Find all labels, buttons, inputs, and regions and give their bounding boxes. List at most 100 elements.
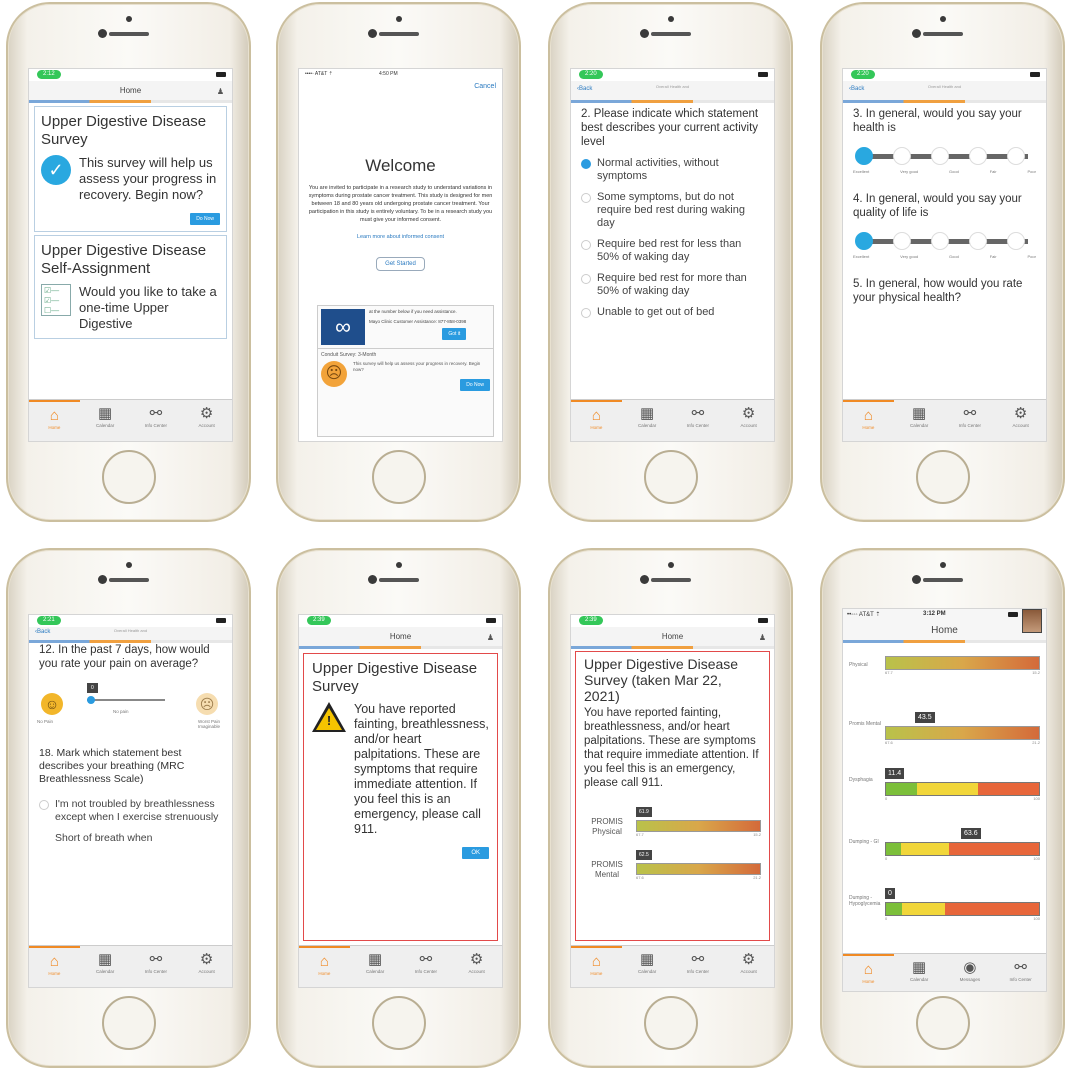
home-icon: ⌂ <box>49 953 59 970</box>
home-button[interactable] <box>101 996 156 1050</box>
infinity-logo-icon: ∞ <box>321 309 365 345</box>
scale-dot[interactable] <box>931 147 949 165</box>
tab-calendar[interactable]: ▦ Calendar <box>350 946 401 987</box>
scale-dot[interactable] <box>969 147 987 165</box>
home-button[interactable] <box>643 996 698 1050</box>
speaker-grill <box>378 32 419 36</box>
ok-button[interactable]: OK <box>462 847 489 859</box>
question-12: 12. In the past 7 days, how would you ra… <box>39 644 210 670</box>
tab-calendar[interactable]: ▦ Calendar <box>80 946 131 987</box>
option-2[interactable]: Require bed rest for less than 50% of wa… <box>571 234 774 268</box>
tab-account[interactable]: ⚙ Account <box>451 946 502 987</box>
tab-home[interactable]: ⌂ Home <box>299 946 350 987</box>
home-button[interactable] <box>101 450 156 504</box>
home-button[interactable] <box>371 996 426 1050</box>
survey-text: This survey will help us assess your pro… <box>353 361 481 372</box>
get-started-button[interactable]: Get Started <box>376 257 425 271</box>
camera-icon <box>98 29 107 38</box>
tab-account[interactable]: ⚙ Account <box>181 400 232 441</box>
home-button[interactable] <box>915 996 970 1050</box>
tab-home[interactable]: ⌂ Home <box>843 954 894 991</box>
tab-bar: ⌂ Home ▦ Calendar ⚯ Info Center ⚙ Account <box>571 399 774 441</box>
do-now-button[interactable]: Do Now <box>190 213 220 225</box>
sad-face-icon: ☹ <box>196 693 218 715</box>
home-button[interactable] <box>915 450 970 504</box>
tab-info-center[interactable]: ⚯ Info Center <box>673 946 724 987</box>
tab-info-center[interactable]: ⚯ Info Center <box>401 946 452 987</box>
option-1[interactable]: I'm not troubled by breathlessness excep… <box>29 794 232 828</box>
warning-icon: ! <box>312 702 346 732</box>
card-title: Upper Digestive Disease Self-Assignment <box>41 242 207 277</box>
home-button[interactable] <box>371 450 426 504</box>
radio-icon <box>581 193 591 203</box>
welcome-heading: Welcome <box>365 156 436 175</box>
user-icon[interactable]: ♟ <box>217 87 224 96</box>
scale-dot[interactable] <box>893 232 911 250</box>
tab-calendar[interactable]: ▦ Calendar <box>894 954 945 991</box>
option-0[interactable]: Normal activities, without symptoms <box>571 153 774 187</box>
tab-info-center[interactable]: ⚯ Info Center <box>131 400 182 441</box>
learn-more-link[interactable]: Learn more about informed consent <box>299 234 502 240</box>
speaker-grill <box>108 578 149 582</box>
slider-thumb[interactable] <box>87 696 95 704</box>
score-value: 0 <box>885 888 895 899</box>
tab-info-center[interactable]: ⚯ Info Center <box>945 400 996 441</box>
tab-home[interactable]: ⌂ Home <box>29 946 80 987</box>
tab-bar: ⌂ Home ▦ Calendar ⚯ Info Center ⚙ Account <box>29 399 232 441</box>
scale-dot[interactable] <box>931 232 949 250</box>
tab-account[interactable]: ⚙ Account <box>995 400 1046 441</box>
tab-account[interactable]: ⚙ Account <box>723 400 774 441</box>
tab-messages[interactable]: ◉ Messages <box>945 954 996 991</box>
scale-dot[interactable] <box>893 147 911 165</box>
status-bar: 2:20 <box>843 69 1046 81</box>
pain-slider[interactable] <box>87 696 165 704</box>
nav-bar: Home ♟ <box>29 81 232 103</box>
tab-home[interactable]: ⌂ Home <box>571 400 622 441</box>
bar-label: PROMIS Physical <box>591 817 623 836</box>
tab-info-center[interactable]: ⚯ Info Center <box>995 954 1046 991</box>
option-1[interactable]: Some symptoms, but do not require bed re… <box>571 187 774 234</box>
tab-account[interactable]: ⚙ Account <box>181 946 232 987</box>
speaker-grill <box>650 32 691 36</box>
option-4[interactable]: Unable to get out of bed <box>571 302 774 323</box>
tab-account[interactable]: ⚙ Account <box>723 946 774 987</box>
clock: 4:50 PM <box>379 71 398 77</box>
avatar[interactable] <box>1022 609 1042 633</box>
scale-dot[interactable] <box>1007 232 1025 250</box>
nav-title: Home <box>661 632 684 641</box>
question-18: 18. Mark which statement best describes … <box>39 747 185 785</box>
option-2[interactable]: Short of breath when <box>29 828 232 849</box>
rating-scale-4[interactable] <box>855 230 1034 252</box>
cancel-link[interactable]: Cancel <box>474 83 496 90</box>
score-label: Promis Mental <box>849 721 881 727</box>
score-bar <box>636 863 761 875</box>
do-now-button[interactable]: Do Now <box>460 379 490 391</box>
tab-home[interactable]: ⌂ Home <box>29 400 80 441</box>
got-it-button[interactable]: Got it <box>442 328 467 340</box>
tab-home[interactable]: ⌂ Home <box>571 946 622 987</box>
scale-dot[interactable] <box>969 232 987 250</box>
tab-calendar[interactable]: ▦ Calendar <box>622 946 673 987</box>
self-assignment-card[interactable]: Upper Digestive Disease Self-Assignment … <box>34 235 227 339</box>
check-icon[interactable] <box>855 147 873 165</box>
home-icon: ⌂ <box>591 407 601 424</box>
tab-info-center[interactable]: ⚯ Info Center <box>131 946 182 987</box>
option-3[interactable]: Require bed rest for more than 50% of wa… <box>571 268 774 302</box>
score-label: Physical <box>849 662 868 668</box>
gear-icon: ⚙ <box>1013 405 1028 422</box>
tab-calendar[interactable]: ▦ Calendar <box>80 400 131 441</box>
tab-home[interactable]: ⌂ Home <box>843 400 894 441</box>
home-button[interactable] <box>643 450 698 504</box>
tab-calendar[interactable]: ▦ Calendar <box>894 400 945 441</box>
tab-calendar[interactable]: ▦ Calendar <box>622 400 673 441</box>
survey-card[interactable]: Upper Digestive Disease Survey ✓ This su… <box>34 106 227 232</box>
check-icon[interactable] <box>855 232 873 250</box>
user-icon[interactable]: ♟ <box>487 633 494 642</box>
scale-dot[interactable] <box>1007 147 1025 165</box>
phone-4: 2:20 ‹Back Overall Health and 3. In gene… <box>820 2 1065 522</box>
rating-scale-3[interactable] <box>855 145 1034 167</box>
battery-icon <box>1030 72 1040 77</box>
user-icon[interactable]: ♟ <box>759 633 766 642</box>
tab-info-center[interactable]: ⚯ Info Center <box>673 400 724 441</box>
call-pill: 2:20 <box>851 70 875 79</box>
